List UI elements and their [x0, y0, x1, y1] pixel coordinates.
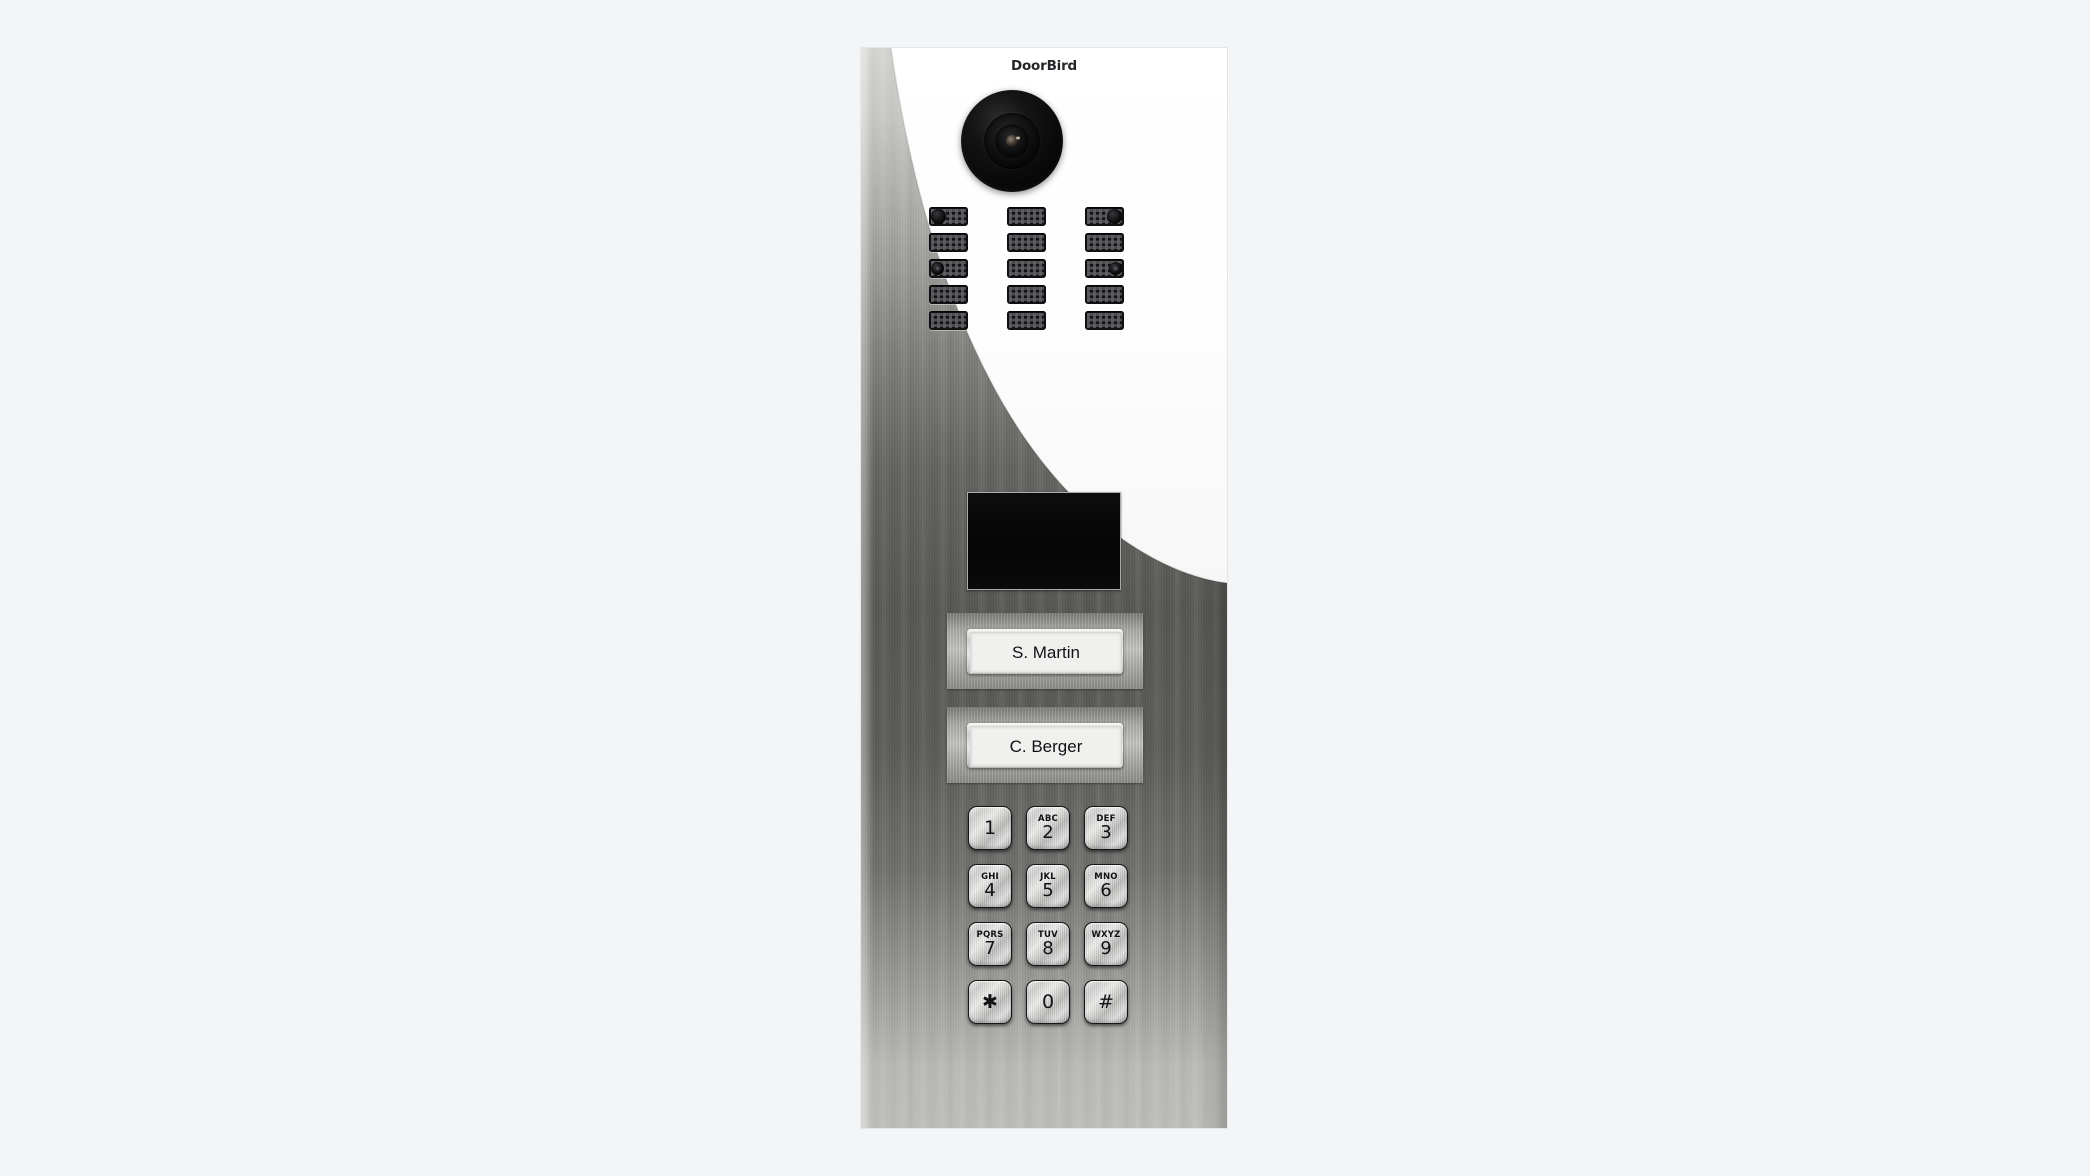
speaker-vent [1085, 259, 1124, 278]
nameplate-panel-2: C. Berger [947, 707, 1143, 783]
vent-perforations [1009, 313, 1044, 328]
speaker-vent [1007, 285, 1046, 304]
vent-perforations [1009, 287, 1044, 302]
keypad-key-star[interactable]: ✱ [968, 980, 1012, 1024]
keypad-key-7[interactable]: PQRS 7 [968, 922, 1012, 966]
sensor-lens [1113, 266, 1118, 271]
keypad-key-9[interactable]: WXYZ 9 [1084, 922, 1128, 966]
vent-perforations [1009, 209, 1044, 224]
speaker-vent [1007, 233, 1046, 252]
ir-sensor-icon [1109, 262, 1122, 275]
keypad-key-hash[interactable]: # [1084, 980, 1128, 1024]
speaker-vent [1085, 207, 1124, 226]
keypad-key-digit: 8 [1042, 937, 1054, 959]
keypad-key-6[interactable]: MNO 6 [1084, 864, 1128, 908]
brand-logo: DoorBird [1010, 58, 1078, 74]
keypad-key-digit: 6 [1100, 879, 1112, 901]
microphone-icon [1107, 209, 1122, 224]
ir-sensor-icon [931, 262, 944, 275]
keypad-key-8[interactable]: TUV 8 [1026, 922, 1070, 966]
speaker-grille [929, 207, 1159, 332]
keypad-key-1[interactable]: 1 [968, 806, 1012, 850]
vent-perforations [931, 287, 966, 302]
nameplate-label-2: C. Berger [970, 726, 1122, 767]
vent-perforations [1009, 235, 1044, 250]
speaker-vent [929, 233, 968, 252]
keypad-key-digit: 7 [984, 937, 996, 959]
speaker-vent [929, 311, 968, 330]
vent-perforations [1087, 313, 1122, 328]
keypad-key-digit: # [1098, 990, 1114, 1013]
microphone-icon [931, 209, 946, 224]
vent-perforations [931, 313, 966, 328]
keypad-key-4[interactable]: GHI 4 [968, 864, 1012, 908]
nameplate-label-1: S. Martin [970, 632, 1122, 673]
speaker-vent [1007, 207, 1046, 226]
speaker-vent [1085, 233, 1124, 252]
keypad-key-digit: 1 [983, 816, 997, 839]
doorbird-door-station: DoorBird S. Martin C. Berger 1 ABC 2 DEF… [861, 48, 1227, 1128]
speaker-vent [1007, 311, 1046, 330]
sensor-lens [935, 266, 940, 271]
speaker-vent [1085, 285, 1124, 304]
keypad-key-digit: 5 [1042, 879, 1054, 901]
speaker-vent [1085, 311, 1124, 330]
vent-perforations [1087, 287, 1122, 302]
keypad-key-digit: 3 [1100, 821, 1112, 843]
info-display-screen [968, 493, 1120, 589]
keypad-key-digit: 0 [1041, 990, 1055, 1013]
vent-perforations [1087, 235, 1122, 250]
nameplate-panel-1: S. Martin [947, 613, 1143, 689]
keypad-key-3[interactable]: DEF 3 [1084, 806, 1128, 850]
vent-perforations [1009, 261, 1044, 276]
keypad-key-digit: ✱ [982, 990, 998, 1013]
speaker-vent [929, 285, 968, 304]
info-display-module[interactable] [967, 492, 1121, 590]
doorbell-button-2[interactable]: C. Berger [967, 723, 1123, 768]
speaker-vent [1007, 259, 1046, 278]
keypad-key-2[interactable]: ABC 2 [1026, 806, 1070, 850]
vent-perforations [931, 235, 966, 250]
doorbell-button-1[interactable]: S. Martin [967, 629, 1123, 674]
screenshot-canvas: DoorBird S. Martin C. Berger 1 ABC 2 DEF… [0, 0, 2090, 1176]
keypad-key-digit: 2 [1042, 821, 1054, 843]
keypad-key-digit: 9 [1100, 937, 1112, 959]
keypad-key-digit: 4 [984, 879, 996, 901]
camera-lens [961, 90, 1063, 192]
camera-glint [1016, 136, 1021, 140]
keypad: 1 ABC 2 DEF 3 GHI 4 JKL 5 MNO 6 PQRS 7 TUV 8 WXYZ 9 ✱ 0 # [968, 806, 1128, 1024]
speaker-vent [929, 207, 968, 226]
keypad-key-5[interactable]: JKL 5 [1026, 864, 1070, 908]
speaker-vent [929, 259, 968, 278]
nameplate-module: S. Martin C. Berger [947, 613, 1143, 783]
keypad-key-0[interactable]: 0 [1026, 980, 1070, 1024]
